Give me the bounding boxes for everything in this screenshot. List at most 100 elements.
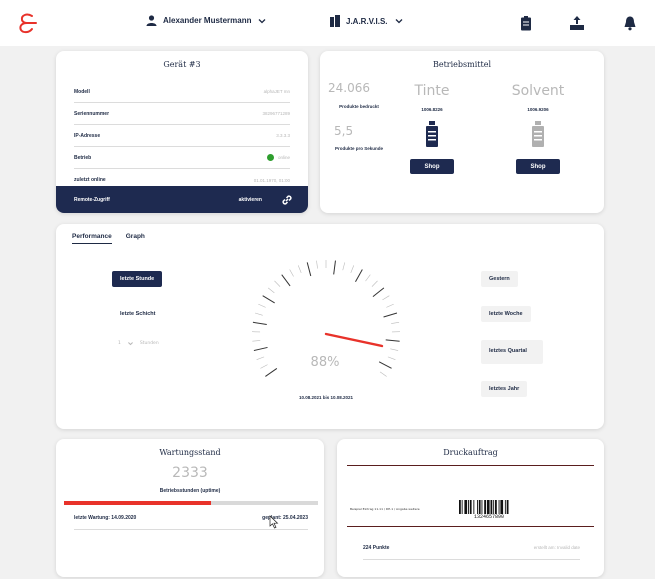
printed-count: 24.066: [328, 81, 370, 95]
gauge-tick: [252, 340, 261, 342]
row-label: Seriennummer: [74, 110, 110, 117]
gauge-tick: [372, 287, 385, 298]
barcode-bar: [464, 500, 468, 514]
barcode-bar: [504, 500, 506, 514]
gauge-tick: [274, 280, 281, 287]
last-shift-button[interactable]: letzte Schicht: [112, 306, 164, 322]
last-quarter-button[interactable]: letztes Quartal: [481, 340, 543, 364]
gauge-tick: [267, 287, 275, 294]
performance-gauge: [252, 260, 400, 377]
upload-icon[interactable]: [569, 15, 585, 31]
gauge-tick: [297, 265, 302, 273]
hours-label: Stunden: [139, 341, 159, 346]
gauge-percent: 88%: [310, 355, 340, 370]
barcode-number: 1324657890: [473, 514, 504, 520]
gauge-tick: [333, 260, 336, 275]
gauge-tick: [252, 321, 267, 325]
last-maintenance: letzte Wartung: 14.09.2020: [74, 515, 137, 521]
print-job-card: Druckauftrag Beispiel Eintrag 11.11 / DE…: [337, 439, 604, 577]
gauge-tick: [387, 356, 396, 360]
barcode-bar: [484, 500, 486, 514]
device-row-ip: IP-Adresse 3.3.3.3: [74, 125, 290, 147]
gauge-needle: [324, 332, 384, 348]
last-week-button[interactable]: letzte Woche: [481, 306, 531, 322]
gauge-tick: [258, 303, 266, 308]
barcode-bar: [495, 500, 497, 514]
row-label: Betrieb: [74, 154, 92, 161]
row-label: Modell: [74, 88, 90, 95]
gauge-tick: [262, 295, 275, 304]
device-card: Gerät #3 Modell alphaJET mn Seriennummer…: [56, 51, 308, 213]
yesterday-button[interactable]: Gestern: [481, 271, 518, 287]
gauge-tick: [383, 312, 398, 318]
user-name: Alexander Mustermann: [163, 16, 252, 25]
chevron-down-icon: [395, 19, 402, 24]
machine-menu[interactable]: J.A.R.V.I.S.: [330, 15, 404, 27]
consumables-card: Betriebsmittel 24.066 Produkte bedruckt …: [320, 51, 604, 213]
uptime-hours: 2333: [172, 465, 208, 481]
rate-label: Produkte pro Sekunde: [334, 146, 383, 151]
device-row-serial: Seriennummer 38296771289: [74, 103, 290, 125]
barcode-bar: [486, 500, 490, 514]
performance-tabs: Performance Graph: [72, 233, 145, 244]
row-label: IP-Adresse: [74, 132, 101, 139]
gauge-tick: [342, 262, 346, 271]
created-label: erstellt am: Invalid date: [533, 545, 580, 550]
gauge-tick: [379, 371, 387, 377]
bell-icon[interactable]: [622, 15, 638, 31]
tab-graph[interactable]: Graph: [126, 233, 145, 244]
chevron-down-icon: [127, 342, 133, 346]
chevron-down-icon: [259, 18, 266, 23]
consumables-title: Betriebsmittel: [432, 60, 492, 69]
gauge-tick: [378, 361, 392, 369]
gauge-tick: [355, 269, 363, 282]
top-bar: Alexander Mustermann J.A.R.V.I.S.: [0, 0, 655, 46]
row-label: zuletzt online: [74, 177, 106, 183]
row-value: 01.01.1970, 01:00: [253, 177, 290, 183]
device-title: Gerät #3: [163, 60, 201, 69]
status-text: online: [277, 155, 290, 160]
last-year-button[interactable]: letztes Jahr: [481, 381, 528, 397]
gauge-tick: [385, 339, 400, 342]
link-icon[interactable]: [280, 193, 294, 207]
barcode-bar: [473, 500, 475, 514]
ink-value: 1006.8226: [421, 107, 443, 112]
gauge-tick: [306, 262, 312, 277]
printed-label: Produkte bedruckt: [339, 104, 379, 109]
ink-bottle-icon: [426, 121, 438, 147]
row-value: alphaJET mn: [263, 89, 290, 94]
gauge-tick: [316, 260, 318, 269]
ink-shop-button[interactable]: Shop: [410, 159, 454, 174]
barcode-bar: [500, 500, 504, 514]
clipboard-icon[interactable]: [518, 15, 534, 31]
status-badge: online: [266, 154, 290, 161]
barcode-icon: [459, 500, 509, 514]
online-status-icon: [266, 154, 274, 161]
rate-value: 5,5: [334, 124, 354, 138]
device-row-model: Modell alphaJET mn: [74, 81, 290, 103]
barcode-bar: [459, 500, 461, 514]
tab-performance[interactable]: Performance: [72, 233, 112, 244]
remote-access-bar: Remote-Zugriff aktivieren: [56, 186, 308, 213]
barcode-bar: [498, 500, 500, 514]
logo-icon[interactable]: [16, 12, 38, 34]
hours-select[interactable]: 1 Stunden: [118, 340, 159, 347]
gauge-tick: [253, 346, 268, 352]
gauge-tick: [390, 348, 399, 351]
solvent-shop-button[interactable]: Shop: [516, 159, 560, 174]
user-menu[interactable]: Alexander Mustermann: [146, 15, 267, 26]
printer-icon: [330, 15, 340, 27]
gauge-tick: [265, 368, 278, 377]
gauge-tick: [260, 364, 268, 369]
last-hour-button[interactable]: letzte Stunde: [112, 271, 163, 287]
maintenance-title: Wartungsstand: [159, 448, 221, 457]
device-info-list: Modell alphaJET mn Seriennummer 38296771…: [74, 81, 290, 191]
maintenance-card: Wartungsstand 2333 Betriebsstunden (upti…: [56, 439, 324, 577]
row-value: 3.3.3.3: [276, 133, 290, 138]
maintenance-progress-bar: [64, 501, 318, 505]
remote-access-activate-button[interactable]: aktivieren: [239, 197, 262, 203]
print-job-title: Druckauftrag: [443, 448, 498, 457]
row-value: 38296771289: [262, 111, 290, 116]
uptime-label: Betriebsstunden (uptime): [159, 488, 221, 494]
barcode-bar: [468, 500, 469, 514]
